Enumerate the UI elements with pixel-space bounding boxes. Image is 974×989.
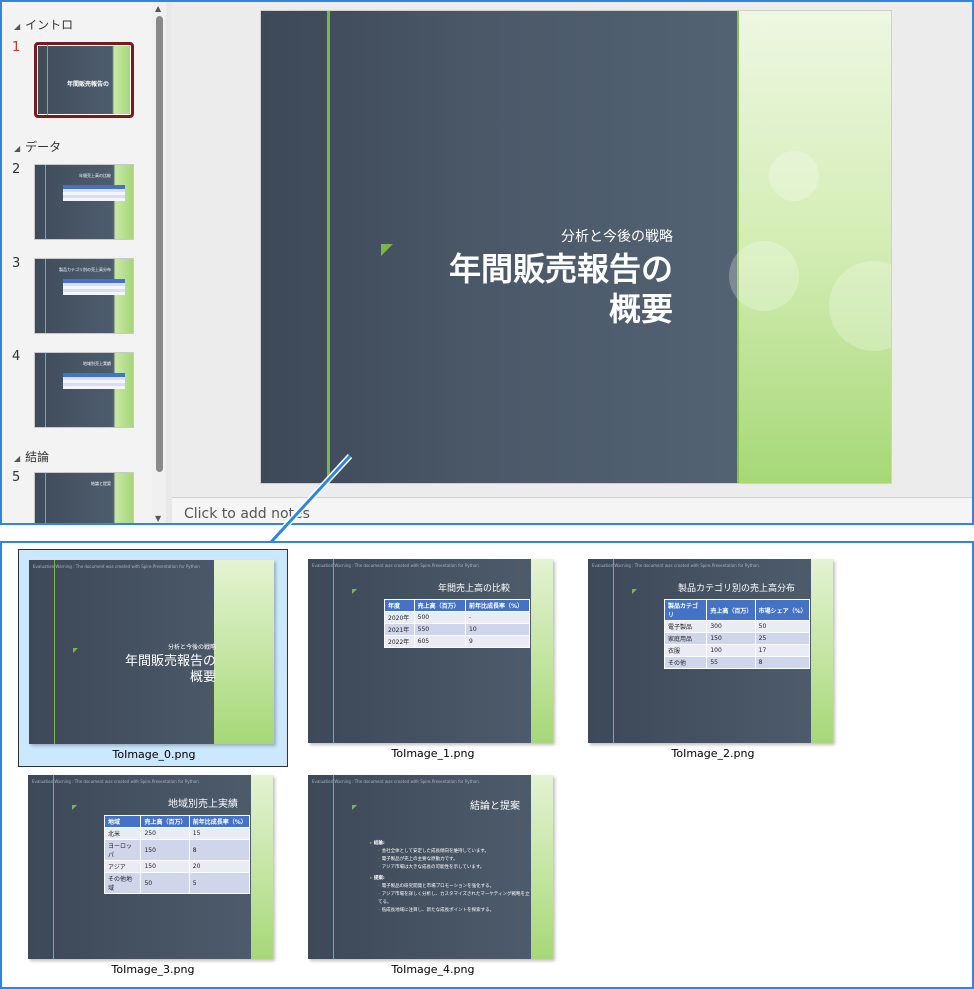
preview-title: 年間販売報告の 概要 (124, 654, 216, 685)
main-slide[interactable]: 分析と今後の戦略 年間販売報告の 概要 (260, 10, 892, 484)
preview-accent-line (333, 559, 334, 743)
slide-accent-line (327, 11, 330, 483)
slide-thumbnail-pane: ◢ イントロ 1 年間販売報告の ◢ データ 2 年間売上高の比較 3 製品カテゴリ… (2, 2, 152, 523)
thumb-table (63, 185, 125, 201)
preview-title: 製品カテゴリ別の売上高分布 (678, 584, 796, 594)
decor-circle (769, 151, 819, 201)
thumb-table (63, 373, 125, 389)
preview-accent-line (333, 775, 334, 959)
slide-thumbnail-2[interactable]: 年間売上高の比較 (34, 164, 134, 240)
slide-thumbnail-4[interactable]: 地域別売上実績 (34, 352, 134, 428)
scroll-up-arrow-icon[interactable]: ▲ (155, 4, 161, 13)
preview-title: 年間売上高の比較 (438, 584, 511, 594)
section-intro[interactable]: ◢ イントロ (14, 16, 73, 33)
thumb-title: 年間販売報告の (66, 81, 109, 88)
slide-number-5: 5 (12, 470, 21, 485)
file-explorer: Evaluation Warning : The document was cr… (0, 541, 974, 989)
file-item-0[interactable]: Evaluation Warning : The document was cr… (18, 549, 288, 767)
thumb-accent-line (45, 353, 46, 427)
file-preview-2: Evaluation Warning : The document was cr… (588, 559, 833, 743)
file-preview-0: Evaluation Warning : The document was cr… (29, 560, 274, 744)
thumb-title: 年間売上高の比較 (79, 173, 111, 178)
notes-pane[interactable]: Click to add notes (172, 497, 972, 523)
preview-title: 結論と提案 (470, 801, 520, 812)
preview-subtitle: 分析と今後の戦略 (167, 644, 216, 651)
preview-table: 地域 売上高（百万） 前年比成長率（%） 北米 250 15 ヨーロッパ 150 8 アジア… (103, 815, 251, 894)
collapse-triangle-icon[interactable]: ◢ (14, 454, 20, 463)
file-preview-3: Evaluation Warning : The document was cr… (28, 775, 273, 959)
slide-canvas: 分析と今後の戦略 年間販売報告の 概要 (172, 2, 972, 497)
preview-triangle-icon (632, 589, 637, 594)
slide-number-4: 4 (12, 349, 21, 364)
preview-table: 年度 売上高（百万） 前年比成長率（%） 2020年 500- 2021年 550 10 … (384, 599, 530, 648)
preview-triangle-icon (72, 805, 77, 810)
file-preview-1: Evaluation Warning : The document was cr… (308, 559, 553, 743)
thumb-table (63, 279, 125, 295)
slide-thumbnail-5[interactable]: 結論と提案 (34, 472, 134, 523)
preview-triangle-icon (352, 589, 357, 594)
file-item-2[interactable]: Evaluation Warning : The document was cr… (578, 549, 848, 767)
file-name: ToImage_4.png (391, 963, 475, 976)
file-name: ToImage_2.png (671, 747, 755, 760)
thumb-accent-line (45, 259, 46, 333)
thumb-title: 製品カテゴリ別の売上高分布 (59, 267, 111, 272)
file-item-3[interactable]: Evaluation Warning : The document was cr… (18, 765, 288, 983)
slide-number-3: 3 (12, 256, 21, 271)
preview-watermark: Evaluation Warning : The document was cr… (32, 779, 199, 784)
preview-green-panel (531, 559, 553, 743)
section-conclusion[interactable]: ◢ 結論 (14, 448, 49, 465)
decor-circle (829, 261, 891, 351)
preview-green-panel (251, 775, 273, 959)
preview-accent-line (53, 775, 54, 959)
thumb-title: 地域別売上実績 (83, 361, 111, 366)
slide-title-line1: 年間販売報告の (448, 250, 673, 288)
notes-placeholder: Click to add notes (184, 506, 310, 522)
scrollbar-thumb[interactable] (156, 16, 163, 472)
section-data[interactable]: ◢ データ (14, 138, 61, 155)
preview-green-panel (531, 775, 553, 959)
preview-triangle-icon (352, 805, 357, 810)
slide-subtitle[interactable]: 分析と今後の戦略 (561, 226, 673, 246)
preview-green-panel (214, 560, 274, 744)
preview-table: 製品カテゴリ 売上高（百万） 市場シェア（%） 電子製品 300 50 家庭用品 150 2… (663, 599, 811, 669)
slide-title[interactable]: 年間販売報告の 概要 (353, 249, 673, 329)
slide-title-line2: 概要 (608, 290, 673, 328)
file-name: ToImage_3.png (111, 963, 195, 976)
thumb-title: 結論と提案 (91, 481, 111, 486)
slide-number-2: 2 (12, 162, 21, 177)
collapse-triangle-icon[interactable]: ◢ (14, 144, 20, 153)
thumb-accent-line (45, 473, 46, 523)
preview-watermark: Evaluation Warning : The document was cr… (312, 563, 479, 568)
thumb-accent-line (47, 45, 48, 115)
preview-bullets: 結論: 会社全体として安定した成長傾向を維持しています。 電子製品が売上の主要な… (370, 837, 530, 915)
slide-green-panel (729, 11, 891, 483)
scroll-down-arrow-icon[interactable]: ▼ (155, 514, 161, 523)
slide-thumbnail-3[interactable]: 製品カテゴリ別の売上高分布 (34, 258, 134, 334)
preview-watermark: Evaluation Warning : The document was cr… (592, 563, 759, 568)
decor-circle (729, 241, 799, 311)
slide-thumbnail-1[interactable]: 年間販売報告の (34, 42, 134, 118)
collapse-triangle-icon[interactable]: ◢ (14, 22, 20, 31)
preview-title: 地域別売上実績 (168, 799, 238, 810)
file-preview-4: Evaluation Warning : The document was cr… (308, 775, 553, 959)
preview-triangle-icon (73, 648, 78, 653)
file-item-4[interactable]: Evaluation Warning : The document was cr… (298, 765, 568, 983)
preview-accent-line (613, 559, 614, 743)
file-name: ToImage_1.png (391, 747, 475, 760)
thumbnail-scrollbar[interactable]: ▲ ▼ (152, 2, 166, 523)
preview-green-panel (811, 559, 833, 743)
file-item-1[interactable]: Evaluation Warning : The document was cr… (298, 549, 568, 767)
preview-watermark: Evaluation Warning : The document was cr… (312, 779, 479, 784)
powerpoint-editor: ◢ イントロ 1 年間販売報告の ◢ データ 2 年間売上高の比較 3 製品カテゴリ… (0, 0, 974, 525)
preview-watermark: Evaluation Warning : The document was cr… (33, 564, 200, 569)
thumb-accent-line (45, 165, 46, 239)
preview-accent-line (54, 560, 55, 744)
file-name: ToImage_0.png (112, 748, 196, 761)
slide-number-1: 1 (12, 40, 21, 55)
